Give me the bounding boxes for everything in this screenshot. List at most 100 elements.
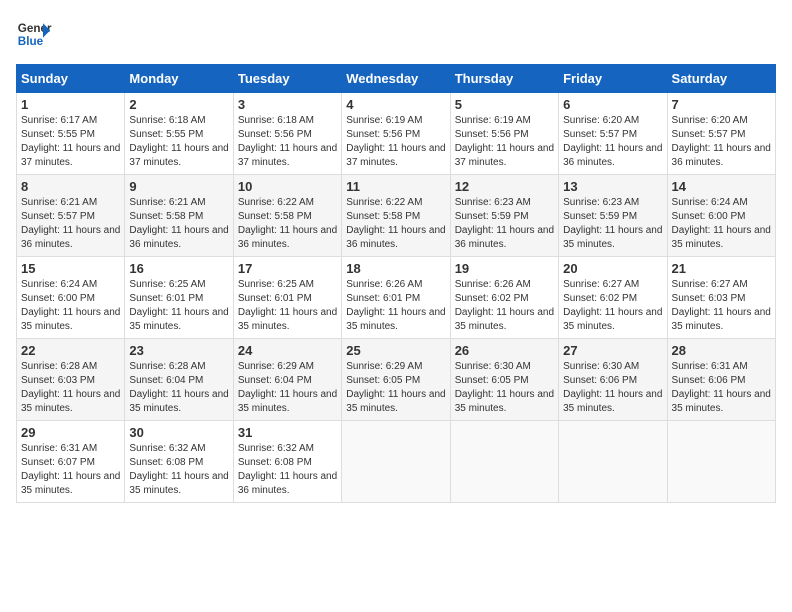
cell-info: Sunrise: 6:25 AMSunset: 6:01 PMDaylight:… [238, 278, 337, 334]
day-number: 6 [563, 97, 662, 112]
day-number: 14 [672, 179, 771, 194]
day-number: 15 [21, 261, 120, 276]
calendar-cell: 11Sunrise: 6:22 AMSunset: 5:58 PMDayligh… [342, 175, 450, 257]
cell-info: Sunrise: 6:17 AMSunset: 5:55 PMDaylight:… [21, 114, 120, 170]
day-number: 30 [129, 425, 228, 440]
calendar-cell: 23 Sunrise: 6:28 AMSunset: 6:04 PMDayligh… [125, 339, 233, 421]
calendar-cell: 31 Sunrise: 6:32 AMSunset: 6:08 PMDayligh… [233, 421, 341, 503]
cell-info: Sunrise: 6:30 AMSunset: 6:05 PMDaylight:… [455, 360, 554, 416]
calendar-cell: 10 Sunrise: 6:22 AMSunset: 5:58 PMDayligh… [233, 175, 341, 257]
cell-info: Sunrise: 6:24 AMSunset: 6:00 PMDaylight:… [21, 278, 120, 334]
cell-info: Sunrise: 6:27 AMSunset: 6:02 PMDaylight:… [563, 278, 662, 334]
calendar-cell: 4Sunrise: 6:19 AMSunset: 5:56 PMDaylight… [342, 93, 450, 175]
cell-info: Sunrise: 6:19 AMSunset: 5:56 PMDaylight:… [455, 114, 554, 170]
day-number: 5 [455, 97, 554, 112]
calendar-cell: 6 Sunrise: 6:20 AMSunset: 5:57 PMDaylight… [559, 93, 667, 175]
day-number: 21 [672, 261, 771, 276]
calendar-cell: 14 Sunrise: 6:24 AMSunset: 6:00 PMDayligh… [667, 175, 775, 257]
calendar-table: SundayMondayTuesdayWednesdayThursdayFrid… [16, 64, 776, 503]
day-number: 23 [129, 343, 228, 358]
calendar-cell [667, 421, 775, 503]
day-number: 31 [238, 425, 337, 440]
day-number: 18 [346, 261, 445, 276]
day-number: 17 [238, 261, 337, 276]
day-number: 7 [672, 97, 771, 112]
cell-info: Sunrise: 6:30 AMSunset: 6:06 PMDaylight:… [563, 360, 662, 416]
day-number: 26 [455, 343, 554, 358]
day-number: 3 [238, 97, 337, 112]
day-number: 12 [455, 179, 554, 194]
cell-info: Sunrise: 6:18 AMSunset: 5:56 PMDaylight:… [238, 114, 337, 170]
cell-info: Sunrise: 6:28 AMSunset: 6:04 PMDaylight:… [129, 360, 228, 416]
day-number: 27 [563, 343, 662, 358]
calendar-header-row: SundayMondayTuesdayWednesdayThursdayFrid… [17, 65, 776, 93]
calendar-week-2: 8 Sunrise: 6:21 AMSunset: 5:57 PMDaylight… [17, 175, 776, 257]
cell-info: Sunrise: 6:20 AMSunset: 5:57 PMDaylight:… [563, 114, 662, 170]
cell-info: Sunrise: 6:25 AMSunset: 6:01 PMDaylight:… [129, 278, 228, 334]
calendar-cell: 29 Sunrise: 6:31 AMSunset: 6:07 PMDayligh… [17, 421, 125, 503]
calendar-cell: 18 Sunrise: 6:26 AMSunset: 6:01 PMDayligh… [342, 257, 450, 339]
day-number: 10 [238, 179, 337, 194]
day-number: 29 [21, 425, 120, 440]
cell-info: Sunrise: 6:31 AMSunset: 6:07 PMDaylight:… [21, 442, 120, 498]
calendar-week-3: 15 Sunrise: 6:24 AMSunset: 6:00 PMDayligh… [17, 257, 776, 339]
calendar-cell: 16 Sunrise: 6:25 AMSunset: 6:01 PMDayligh… [125, 257, 233, 339]
logo-icon: General Blue [16, 16, 52, 52]
day-number: 25 [346, 343, 445, 358]
cell-info: Sunrise: 6:26 AMSunset: 6:02 PMDaylight:… [455, 278, 554, 334]
col-header-thursday: Thursday [450, 65, 558, 93]
cell-info: Sunrise: 6:22 AMSunset: 5:58 PMDaylight:… [346, 196, 445, 252]
calendar-cell: 25 Sunrise: 6:29 AMSunset: 6:05 PMDayligh… [342, 339, 450, 421]
day-number: 24 [238, 343, 337, 358]
calendar-cell: 26 Sunrise: 6:30 AMSunset: 6:05 PMDayligh… [450, 339, 558, 421]
cell-info: Sunrise: 6:21 AMSunset: 5:57 PMDaylight:… [21, 196, 120, 252]
calendar-cell: 5 Sunrise: 6:19 AMSunset: 5:56 PMDaylight… [450, 93, 558, 175]
cell-info: Sunrise: 6:24 AMSunset: 6:00 PMDaylight:… [672, 196, 771, 252]
cell-info: Sunrise: 6:23 AMSunset: 5:59 PMDaylight:… [563, 196, 662, 252]
col-header-wednesday: Wednesday [342, 65, 450, 93]
calendar-cell: 24 Sunrise: 6:29 AMSunset: 6:04 PMDayligh… [233, 339, 341, 421]
calendar-cell: 27 Sunrise: 6:30 AMSunset: 6:06 PMDayligh… [559, 339, 667, 421]
calendar-cell: 17 Sunrise: 6:25 AMSunset: 6:01 PMDayligh… [233, 257, 341, 339]
cell-info: Sunrise: 6:32 AMSunset: 6:08 PMDaylight:… [238, 442, 337, 498]
calendar-cell: 20 Sunrise: 6:27 AMSunset: 6:02 PMDayligh… [559, 257, 667, 339]
calendar-cell: 30 Sunrise: 6:32 AMSunset: 6:08 PMDayligh… [125, 421, 233, 503]
calendar-cell: 2 Sunrise: 6:18 AMSunset: 5:55 PMDaylight… [125, 93, 233, 175]
col-header-sunday: Sunday [17, 65, 125, 93]
calendar-cell: 12 Sunrise: 6:23 AMSunset: 5:59 PMDayligh… [450, 175, 558, 257]
page-header: General Blue [16, 16, 776, 52]
calendar-cell: 7Sunrise: 6:20 AMSunset: 5:57 PMDaylight… [667, 93, 775, 175]
cell-info: Sunrise: 6:31 AMSunset: 6:06 PMDaylight:… [672, 360, 771, 416]
calendar-cell: 1 Sunrise: 6:17 AMSunset: 5:55 PMDaylight… [17, 93, 125, 175]
calendar-cell: 21 Sunrise: 6:27 AMSunset: 6:03 PMDayligh… [667, 257, 775, 339]
day-number: 8 [21, 179, 120, 194]
cell-info: Sunrise: 6:29 AMSunset: 6:04 PMDaylight:… [238, 360, 337, 416]
cell-info: Sunrise: 6:21 AMSunset: 5:58 PMDaylight:… [129, 196, 228, 252]
day-number: 20 [563, 261, 662, 276]
cell-info: Sunrise: 6:22 AMSunset: 5:58 PMDaylight:… [238, 196, 337, 252]
day-number: 13 [563, 179, 662, 194]
col-header-friday: Friday [559, 65, 667, 93]
col-header-monday: Monday [125, 65, 233, 93]
calendar-cell [342, 421, 450, 503]
day-number: 16 [129, 261, 228, 276]
cell-info: Sunrise: 6:32 AMSunset: 6:08 PMDaylight:… [129, 442, 228, 498]
calendar-cell: 15 Sunrise: 6:24 AMSunset: 6:00 PMDayligh… [17, 257, 125, 339]
day-number: 2 [129, 97, 228, 112]
calendar-cell: 13 Sunrise: 6:23 AMSunset: 5:59 PMDayligh… [559, 175, 667, 257]
cell-info: Sunrise: 6:18 AMSunset: 5:55 PMDaylight:… [129, 114, 228, 170]
day-number: 19 [455, 261, 554, 276]
day-number: 28 [672, 343, 771, 358]
cell-info: Sunrise: 6:27 AMSunset: 6:03 PMDaylight:… [672, 278, 771, 334]
cell-info: Sunrise: 6:26 AMSunset: 6:01 PMDaylight:… [346, 278, 445, 334]
calendar-cell: 22Sunrise: 6:28 AMSunset: 6:03 PMDayligh… [17, 339, 125, 421]
calendar-cell: 19 Sunrise: 6:26 AMSunset: 6:02 PMDayligh… [450, 257, 558, 339]
col-header-tuesday: Tuesday [233, 65, 341, 93]
calendar-week-5: 29 Sunrise: 6:31 AMSunset: 6:07 PMDayligh… [17, 421, 776, 503]
cell-info: Sunrise: 6:29 AMSunset: 6:05 PMDaylight:… [346, 360, 445, 416]
calendar-cell: 9Sunrise: 6:21 AMSunset: 5:58 PMDaylight… [125, 175, 233, 257]
logo: General Blue [16, 16, 52, 52]
cell-info: Sunrise: 6:23 AMSunset: 5:59 PMDaylight:… [455, 196, 554, 252]
cell-info: Sunrise: 6:28 AMSunset: 6:03 PMDaylight:… [21, 360, 120, 416]
day-number: 1 [21, 97, 120, 112]
